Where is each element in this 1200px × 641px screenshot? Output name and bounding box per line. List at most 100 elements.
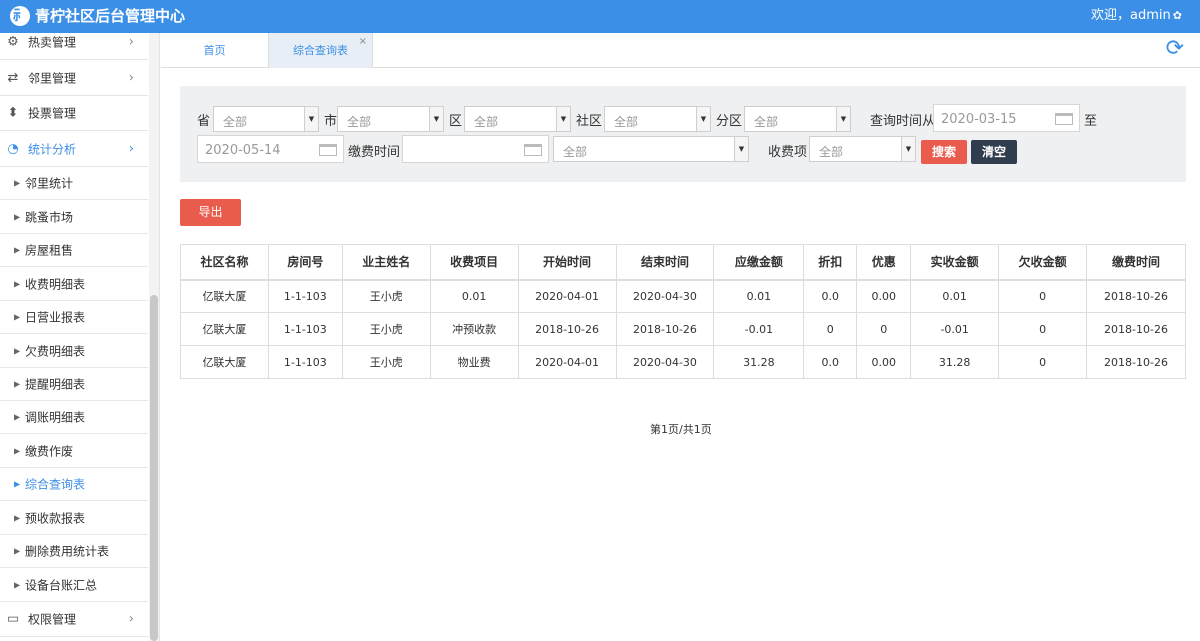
sidebar-subitem[interactable]: ▶ 调账明细表 <box>0 401 148 434</box>
gear-icon: ⚙ <box>7 34 19 50</box>
payment-type-select[interactable]: 全部 ▼ <box>553 136 749 162</box>
sidebar-subitem-label: 收费明细表 <box>25 277 86 291</box>
exchange-icon: ⇄ <box>7 70 19 85</box>
payment-time-input[interactable] <box>402 135 549 163</box>
city-select[interactable]: 全部 ▼ <box>337 106 444 132</box>
sidebar-subitem[interactable]: ▶ 房屋租售 <box>0 234 148 267</box>
table-cell: 0.00 <box>856 345 912 379</box>
fee-item-select[interactable]: 全部 ▼ <box>809 136 916 162</box>
tab-home[interactable]: 首页 <box>161 33 268 68</box>
search-button[interactable]: 搜索 <box>921 140 967 164</box>
table-cell: 0 <box>856 312 912 346</box>
logo-icon: ⺬ <box>10 6 30 26</box>
gear-icon[interactable]: ✿ <box>1173 9 1182 22</box>
monitor-icon: ▭ <box>6 611 20 627</box>
subdistrict-select[interactable]: 全部 ▼ <box>744 106 851 132</box>
query-to-date-input[interactable]: 2020-05-14 <box>197 135 344 163</box>
table-cell: 王小虎 <box>341 345 431 379</box>
caret-right-icon: ▶ <box>14 178 21 188</box>
sidebar-subitem-current[interactable]: ▶ 综合查询表 <box>0 468 148 501</box>
sidebar-item-label: 热卖管理 <box>28 35 77 50</box>
table-cell: 2020-04-01 <box>517 279 617 313</box>
table-cell: 亿联大厦 <box>180 345 269 379</box>
caret-right-icon: ▶ <box>14 346 21 355</box>
sidebar-subitem[interactable]: ▶ 提醒明细表 <box>0 368 148 401</box>
sidebar-subitem-label: 房屋租售 <box>25 243 74 258</box>
sidebar-item-voting[interactable]: ⬍ 投票管理 <box>0 96 148 131</box>
sidebar-subitem[interactable]: ▶ 缴费作废 <box>0 434 148 468</box>
sidebar-subitem[interactable]: ▶ 收费明细表 <box>0 267 148 301</box>
clear-button[interactable]: 清空 <box>971 140 1017 164</box>
district-select[interactable]: 全部 ▼ <box>464 106 571 132</box>
export-button[interactable]: 导出 <box>180 199 241 226</box>
table-cell: 亿联大厦 <box>180 279 269 313</box>
table-cell: 0.00 <box>856 279 912 313</box>
chevron-right-icon: › <box>128 611 134 627</box>
table-cell: 0.01 <box>713 279 805 313</box>
pie-chart-icon: ◔ <box>7 141 19 156</box>
dropdown-arrow-icon: ▼ <box>304 107 318 131</box>
table-cell: 0.0 <box>803 279 858 313</box>
query-from-date-input[interactable]: 2020-03-15 <box>933 104 1080 132</box>
sidebar-subitem-label: 日营业报表 <box>25 310 86 325</box>
calendar-icon[interactable] <box>1055 113 1073 125</box>
table-cell: 2018-10-26 <box>1086 345 1186 379</box>
sidebar-subitem[interactable]: ▶ 日营业报表 <box>0 301 148 334</box>
sidebar-subitem-label: 综合查询表 <box>25 477 86 492</box>
table-cell: 1-1-103 <box>267 279 343 313</box>
sidebar-subitem[interactable]: ▶ 设备台账汇总 <box>0 568 148 602</box>
sidebar-subitem[interactable]: ▶ 跳蚤市场 <box>0 200 148 234</box>
district-label: 区 <box>449 114 463 129</box>
subdistrict-label: 分区 <box>716 114 743 129</box>
dropdown-arrow-icon: ▼ <box>429 107 443 131</box>
refresh-icon[interactable]: ⟳ <box>1166 38 1184 60</box>
caret-right-icon: ▶ <box>14 245 21 255</box>
province-select[interactable]: 全部 ▼ <box>213 106 319 132</box>
sidebar-scrollbar-thumb[interactable] <box>150 295 158 641</box>
community-select[interactable]: 全部 ▼ <box>604 106 711 132</box>
caret-right-icon: ▶ <box>14 479 21 489</box>
sidebar-subitem-label: 预收款报表 <box>25 511 86 525</box>
sidebar-subitem[interactable]: ▶ 欠费明细表 <box>0 334 148 368</box>
caret-right-icon: ▶ <box>14 279 21 288</box>
table-row: 亿联大厦 1-1-103 王小虎 冲预收款 2018-10-26 2018-10… <box>180 312 1186 346</box>
top-bar: ⺬ 青柠社区后台管理中心 欢迎，admin ✿ <box>0 0 1200 33</box>
table-cell: 王小虎 <box>341 279 431 313</box>
column-header: 应缴金额 <box>713 244 805 281</box>
calendar-icon[interactable] <box>524 144 542 156</box>
caret-right-icon: ▶ <box>14 379 21 389</box>
sidebar-item-permissions[interactable]: ▭ 权限管理 › <box>0 602 148 637</box>
sidebar-subitem[interactable]: ▶ 预收款报表 <box>0 501 148 535</box>
tab-bar: 首页 综合查询表 × ⟳ <box>161 33 1200 68</box>
table-cell: 2020-04-30 <box>615 345 715 379</box>
fee-item-label: 收费项 <box>768 145 808 160</box>
caret-right-icon: ▶ <box>14 312 21 322</box>
close-icon[interactable]: × <box>359 24 367 60</box>
dropdown-arrow-icon: ▼ <box>734 137 748 161</box>
tab-query[interactable]: 综合查询表 × <box>268 33 373 68</box>
caret-right-icon: ▶ <box>14 446 21 455</box>
sidebar: ⚙ 热卖管理 › ⇄ 邻里管理 › ⬍ 投票管理 ◔ 统计分析 › ▶ 邻里统计 … <box>0 33 160 641</box>
sidebar-subitem[interactable]: ▶ 删除费用统计表 <box>0 535 148 568</box>
calendar-icon[interactable] <box>319 144 337 156</box>
table-cell: 2020-04-01 <box>517 345 617 379</box>
table-cell: -0.01 <box>910 312 1000 346</box>
sidebar-item-statistics[interactable]: ◔ 统计分析 › <box>0 131 148 167</box>
column-header: 房间号 <box>267 244 343 281</box>
sidebar-subitem[interactable]: ▶ 邻里统计 <box>0 167 148 200</box>
table-cell: 31.28 <box>713 345 805 379</box>
column-header: 社区名称 <box>180 244 269 281</box>
user-menu[interactable]: 欢迎，admin ✿ <box>1091 8 1182 24</box>
table-row: 亿联大厦 1-1-103 王小虎 0.01 2020-04-01 2020-04… <box>180 279 1186 313</box>
caret-right-icon: ▶ <box>14 412 21 422</box>
community-label: 社区 <box>576 114 603 129</box>
filter-panel <box>180 86 1186 182</box>
sidebar-item-neighborhood[interactable]: ⇄ 邻里管理 › <box>0 60 148 96</box>
table-cell: 2018-10-26 <box>615 312 715 346</box>
dropdown-arrow-icon: ▼ <box>556 107 570 131</box>
sidebar-item-hot-sale[interactable]: ⚙ 热卖管理 › <box>0 33 148 60</box>
sidebar-item-label: 投票管理 <box>28 106 77 121</box>
table-cell: 1-1-103 <box>267 345 343 379</box>
province-label: 省 <box>197 114 211 129</box>
sidebar-subitem-label: 删除费用统计表 <box>25 544 110 559</box>
